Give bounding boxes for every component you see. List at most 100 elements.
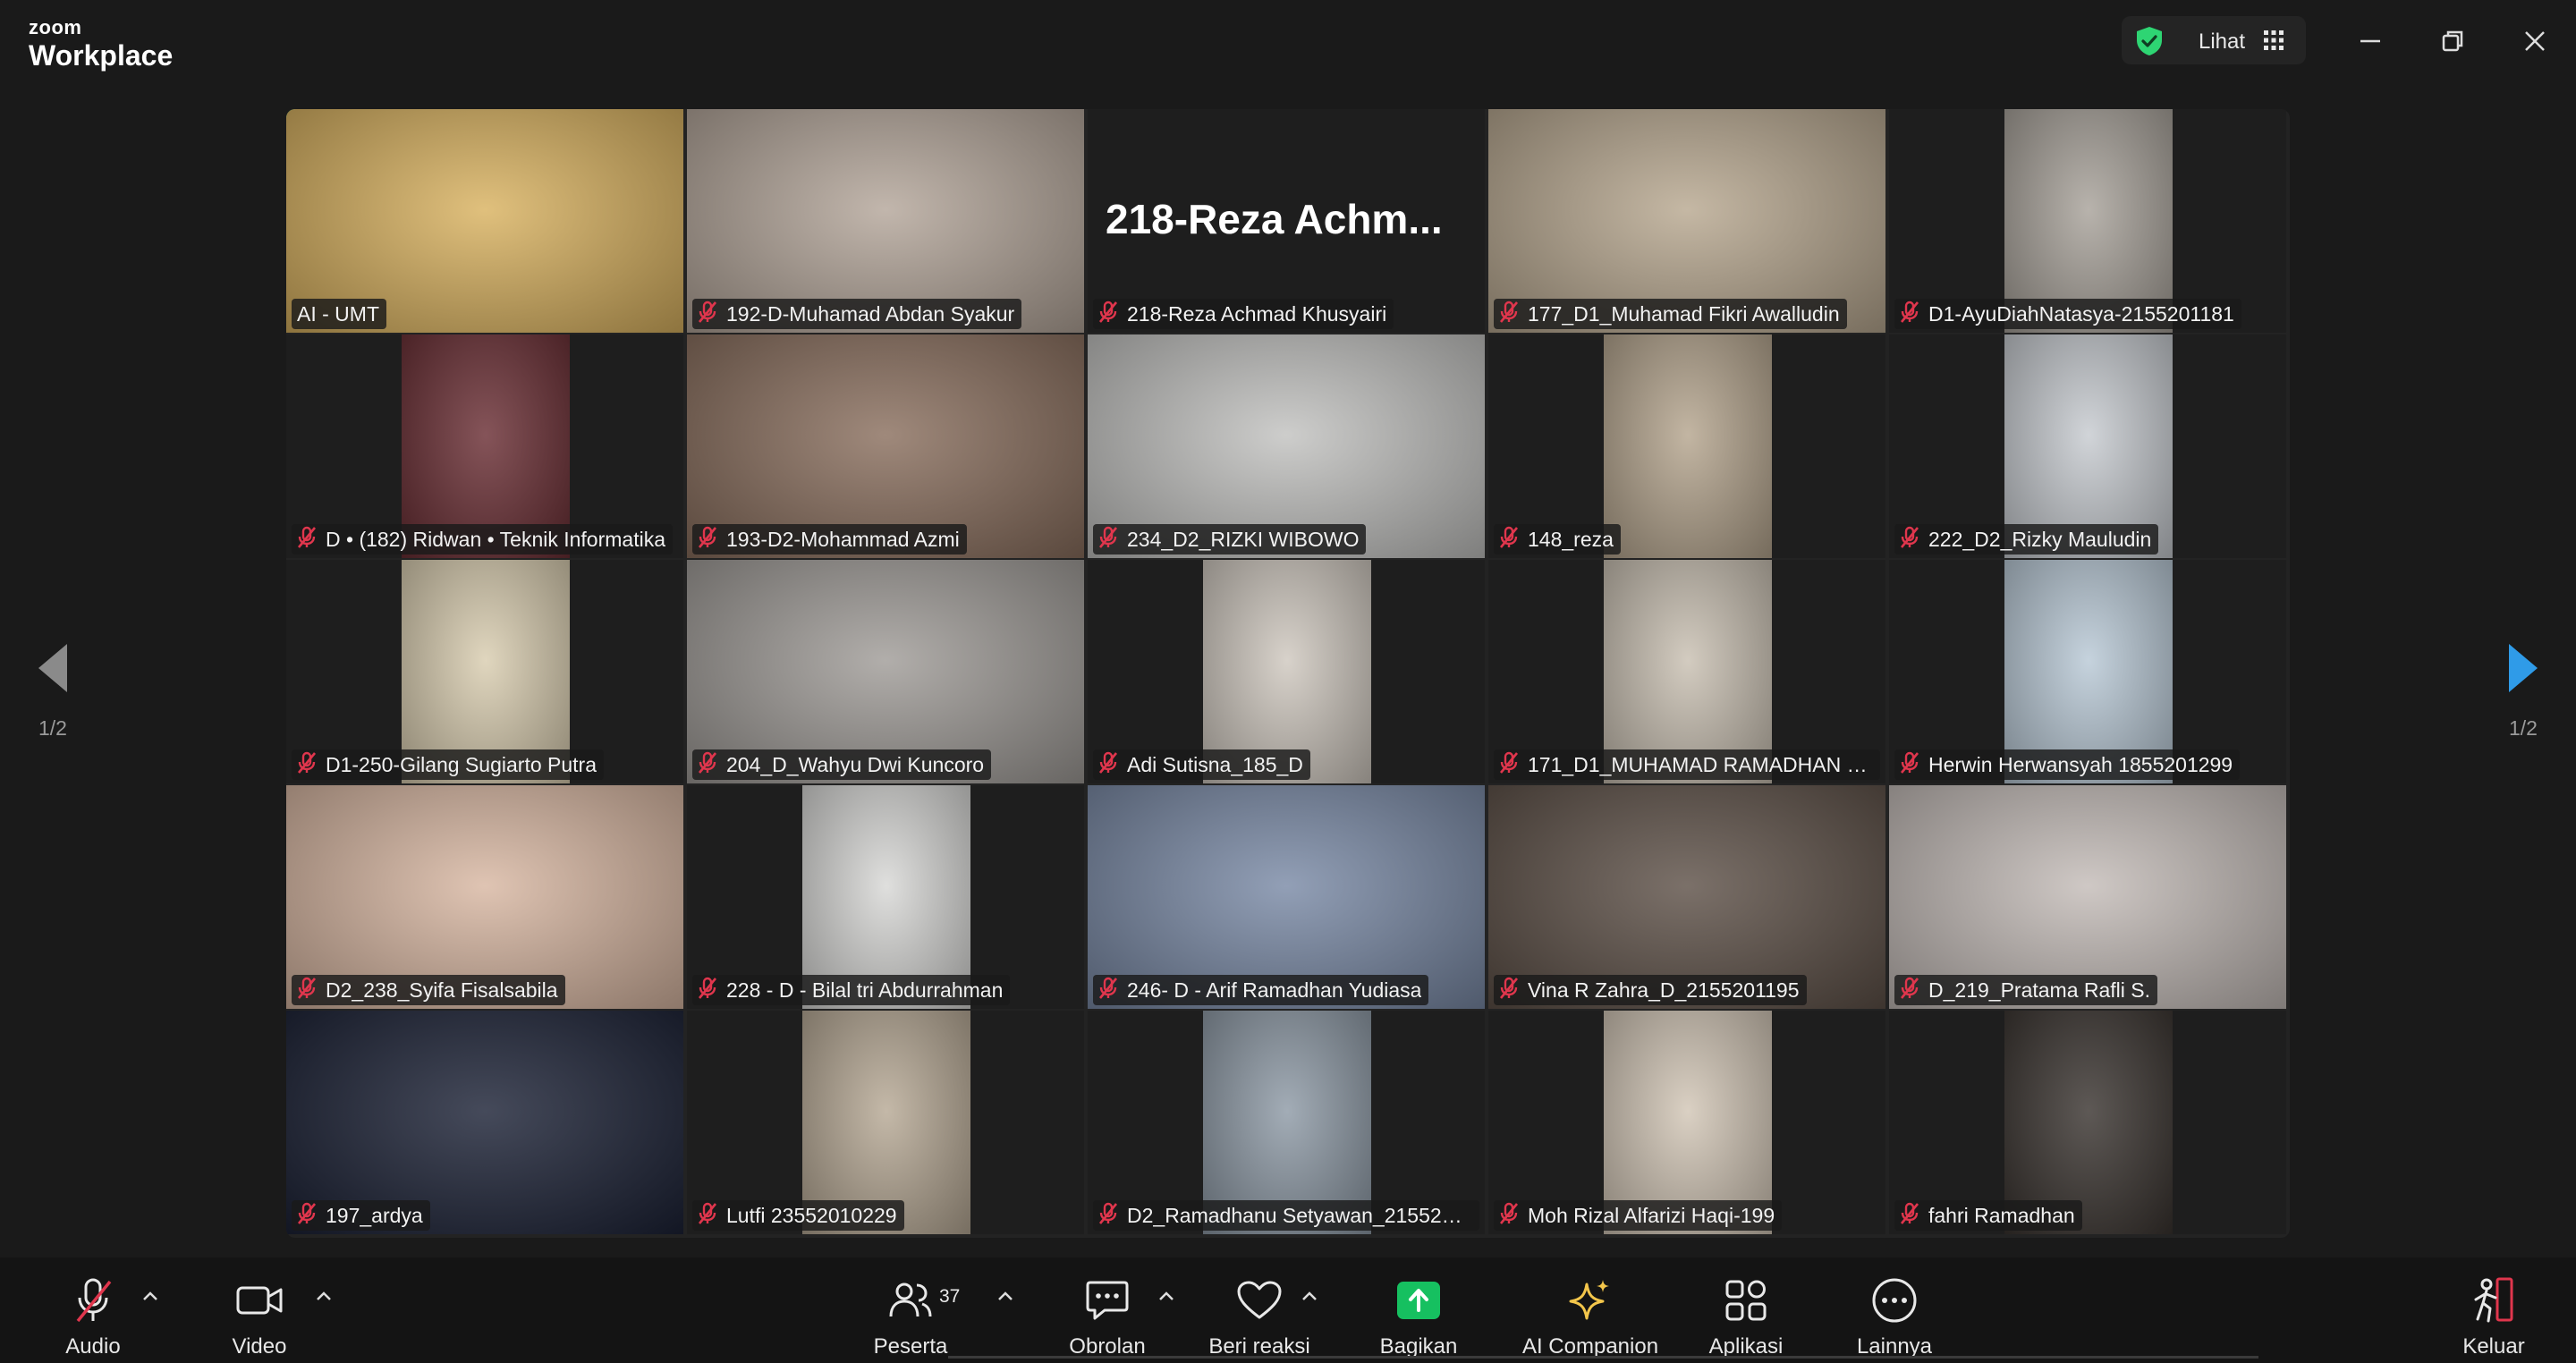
- chat-options-caret[interactable]: [1157, 1290, 1175, 1307]
- participant-tile[interactable]: D2_Ramadhanu Setyawan_2155201...: [1088, 1011, 1485, 1234]
- reactions-options-caret[interactable]: [1301, 1290, 1318, 1307]
- title-bar: zoom Workplace Lihat: [0, 0, 2576, 82]
- participant-tile[interactable]: AI - UMT: [286, 109, 683, 333]
- previous-page-control[interactable]: 1/2: [13, 642, 93, 741]
- participant-tile[interactable]: Lutfi 23552010229: [687, 1011, 1084, 1234]
- mic-muted-icon: [1900, 751, 1919, 779]
- participant-name: Moh Rizal Alfarizi Haqi-199: [1528, 1203, 1775, 1227]
- participant-tile[interactable]: D_219_Pratama Rafli S.: [1889, 785, 2286, 1009]
- participant-tile[interactable]: 148_reza: [1488, 334, 1885, 558]
- video-button[interactable]: Video: [222, 1275, 297, 1359]
- participant-tile[interactable]: 171_D1_MUHAMAD RAMADHAN D...: [1488, 560, 1885, 783]
- mic-muted-icon: [1900, 301, 1919, 323]
- shield-check-icon: [2134, 25, 2165, 62]
- ai-companion-button[interactable]: AI Companion: [1521, 1275, 1660, 1359]
- participant-tile[interactable]: 218-Reza Achm... 218-Reza Achmad Khusyair…: [1088, 109, 1485, 333]
- participant-tile[interactable]: Adi Sutisna_185_D: [1088, 560, 1485, 783]
- participant-name: 197_ardya: [326, 1203, 423, 1227]
- minimize-button[interactable]: [2347, 18, 2394, 64]
- participants-options-caret[interactable]: [996, 1290, 1014, 1307]
- participant-tile[interactable]: D • (182) Ridwan • Teknik Informatika: [286, 334, 683, 558]
- more-button[interactable]: Lainnya: [1850, 1275, 1939, 1359]
- mic-muted-icon: [1098, 526, 1118, 554]
- restore-button[interactable]: [2429, 18, 2476, 64]
- chevron-up-icon: [1159, 1291, 1174, 1300]
- next-page-control[interactable]: 1/2: [2483, 642, 2563, 741]
- participant-nameplate: D1-AyuDiahNatasya-2155201181: [1894, 299, 2241, 329]
- close-button[interactable]: [2512, 18, 2558, 64]
- participant-tile[interactable]: 192-D-Muhamad Abdan Syakur: [687, 109, 1084, 333]
- participant-name: Herwin Herwansyah 1855201299: [1928, 752, 2233, 776]
- logo-bottom-text: Workplace: [29, 39, 174, 72]
- share-screen-button[interactable]: Bagikan: [1374, 1275, 1463, 1359]
- mic-muted-icon: [698, 526, 717, 548]
- previous-page-icon: [38, 644, 67, 692]
- participant-tile[interactable]: fahri Ramadhan: [1889, 1011, 2286, 1234]
- mic-muted-icon: [1499, 526, 1519, 554]
- participant-name: Vina R Zahra_D_2155201195: [1528, 978, 1800, 1002]
- mic-muted-icon: [1900, 301, 1919, 328]
- participant-tile[interactable]: Vina R Zahra_D_2155201195: [1488, 785, 1885, 1009]
- mic-muted-icon: [698, 751, 717, 779]
- mic-muted-icon: [1098, 751, 1118, 774]
- participant-nameplate: 228 - D - Bilal tri Abdurrahman: [692, 975, 1011, 1005]
- participant-tile[interactable]: Herwin Herwansyah 1855201299: [1889, 560, 2286, 783]
- video-label: Video: [232, 1334, 287, 1359]
- participant-nameplate: fahri Ramadhan: [1894, 1200, 2082, 1231]
- mic-muted-icon: [1499, 1202, 1519, 1230]
- participants-count: 37: [939, 1286, 961, 1307]
- participant-tile[interactable]: 234_D2_RIZKI WIBOWO: [1088, 334, 1485, 558]
- participant-name: 222_D2_Rizky Mauludin: [1928, 527, 2152, 551]
- chat-button[interactable]: Obrolan: [1064, 1275, 1150, 1359]
- view-button[interactable]: Lihat: [2122, 16, 2306, 64]
- more-dots-icon: [1850, 1275, 1939, 1325]
- mic-muted-icon: [297, 526, 317, 554]
- mic-muted-icon: [1499, 526, 1519, 548]
- chevron-up-icon: [143, 1291, 157, 1300]
- participant-nameplate: D_219_Pratama Rafli S.: [1894, 975, 2158, 1005]
- participant-tile[interactable]: 246- D - Arif Ramadhan Yudiasa: [1088, 785, 1485, 1009]
- participant-nameplate: Adi Sutisna_185_D: [1093, 749, 1310, 780]
- participant-name: AI - UMT: [297, 301, 379, 326]
- mic-muted-icon: [1900, 526, 1919, 548]
- participant-name: 218-Reza Achmad Khusyairi: [1127, 301, 1387, 326]
- apps-icon: [1701, 1275, 1791, 1325]
- participant-tile[interactable]: 204_D_Wahyu Dwi Kuncoro: [687, 560, 1084, 783]
- participant-tile[interactable]: 193-D2-Mohammad Azmi: [687, 334, 1084, 558]
- leave-meeting-button[interactable]: Keluar: [2449, 1275, 2538, 1359]
- participant-name: 171_D1_MUHAMAD RAMADHAN D...: [1528, 752, 1873, 776]
- mic-muted-icon: [698, 301, 717, 328]
- participant-tile[interactable]: 177_D1_Muhamad Fikri Awalludin: [1488, 109, 1885, 333]
- mic-muted-icon: [1900, 1202, 1919, 1230]
- mic-muted-icon: [1098, 301, 1118, 328]
- apps-button[interactable]: Aplikasi: [1701, 1275, 1791, 1359]
- participant-tile[interactable]: Moh Rizal Alfarizi Haqi-199: [1488, 1011, 1885, 1234]
- leave-door-icon: [2449, 1275, 2538, 1325]
- video-options-caret[interactable]: [315, 1290, 333, 1307]
- participant-tile[interactable]: 197_ardya: [286, 1011, 683, 1234]
- reactions-button[interactable]: Beri reaksi: [1208, 1275, 1311, 1359]
- participant-nameplate: D2_Ramadhanu Setyawan_2155201...: [1093, 1200, 1479, 1231]
- sparkle-icon: [1521, 1275, 1660, 1325]
- close-icon: [2525, 31, 2545, 51]
- participant-name: D1-250-Gilang Sugiarto Putra: [326, 752, 597, 776]
- participant-tile[interactable]: D1-AyuDiahNatasya-2155201181: [1889, 109, 2286, 333]
- audio-options-caret[interactable]: [141, 1290, 159, 1307]
- participant-tile[interactable]: 228 - D - Bilal tri Abdurrahman: [687, 785, 1084, 1009]
- mic-muted-icon: [1098, 526, 1118, 548]
- mic-muted-icon: [1900, 751, 1919, 774]
- mic-muted-icon: [698, 977, 717, 999]
- audio-button[interactable]: Audio: [55, 1275, 131, 1359]
- mic-muted-icon: [698, 1202, 717, 1224]
- participant-tile[interactable]: D1-250-Gilang Sugiarto Putra: [286, 560, 683, 783]
- participant-nameplate: 193-D2-Mohammad Azmi: [692, 524, 967, 555]
- participant-name: 228 - D - Bilal tri Abdurrahman: [726, 978, 1004, 1002]
- participant-tile[interactable]: D2_238_Syifa Fisalsabila: [286, 785, 683, 1009]
- mic-muted-icon: [297, 751, 317, 779]
- mic-muted-icon: [297, 977, 317, 999]
- chevron-up-icon: [998, 1291, 1013, 1300]
- participant-tile[interactable]: 222_D2_Rizky Mauludin: [1889, 334, 2286, 558]
- participant-name: 204_D_Wahyu Dwi Kuncoro: [726, 752, 985, 776]
- participant-name: 192-D-Muhamad Abdan Syakur: [726, 301, 1015, 326]
- mic-muted-icon: [297, 751, 317, 774]
